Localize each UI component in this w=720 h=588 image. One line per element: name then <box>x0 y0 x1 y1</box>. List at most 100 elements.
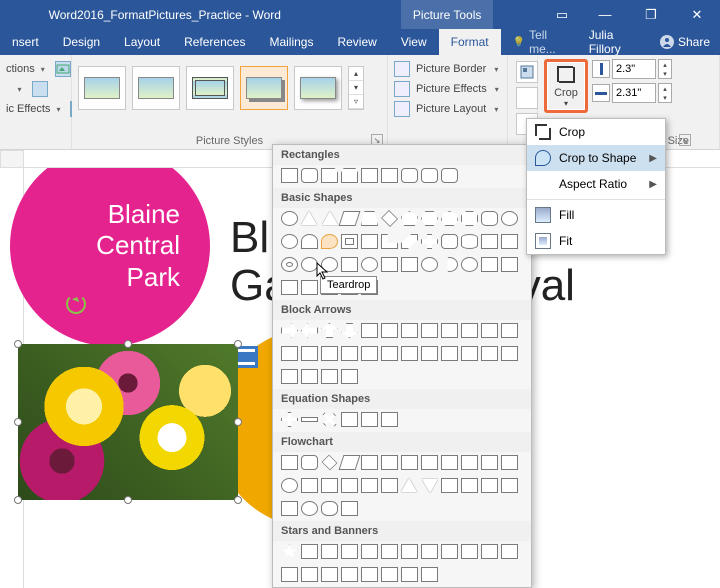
shape-arrow[interactable] <box>421 346 438 361</box>
shape-flow[interactable] <box>322 455 338 471</box>
compress-icon[interactable] <box>55 61 71 77</box>
shape-pentagon[interactable] <box>401 211 418 226</box>
shape-snip-round[interactable] <box>381 168 398 183</box>
tab-layout[interactable]: Layout <box>112 29 172 55</box>
tab-format[interactable]: Format <box>439 29 501 55</box>
shape-arrow-up[interactable] <box>321 323 338 338</box>
resize-handle[interactable] <box>14 418 22 426</box>
color-button[interactable]: x▾ <box>6 79 65 99</box>
shape-octagon[interactable] <box>461 211 478 226</box>
menu-aspect-ratio[interactable]: Aspect Ratio▶ <box>527 171 665 197</box>
shape-wave[interactable] <box>381 567 398 582</box>
shape-wave[interactable] <box>401 567 418 582</box>
shape-cube[interactable] <box>481 234 498 249</box>
menu-crop[interactable]: Crop <box>527 119 665 145</box>
shape-arrow[interactable] <box>461 346 478 361</box>
close-button[interactable]: ✕ <box>674 0 720 29</box>
selected-picture[interactable] <box>18 344 238 500</box>
shape-rectangle[interactable] <box>281 168 298 183</box>
bring-forward-button[interactable] <box>516 87 538 109</box>
shape-moon[interactable] <box>441 257 458 272</box>
shape-ribbon[interactable] <box>281 567 298 582</box>
shape-ribbon[interactable] <box>321 567 338 582</box>
shape-flow[interactable] <box>461 455 478 470</box>
style-thumb[interactable] <box>78 66 126 110</box>
width-field[interactable] <box>612 83 656 103</box>
shape-no-symbol[interactable] <box>301 257 318 272</box>
shape-half-frame[interactable] <box>361 234 378 249</box>
shape-arrow[interactable] <box>301 346 318 361</box>
shape-parallelogram[interactable] <box>339 211 361 226</box>
shape-equal[interactable] <box>361 412 378 427</box>
shape-ribbon[interactable] <box>301 567 318 582</box>
picture-effects-button[interactable]: Picture Effects▾ <box>394 79 501 99</box>
shape-plaque[interactable] <box>441 234 458 249</box>
resize-handle[interactable] <box>124 496 132 504</box>
spinner[interactable]: ▴▾ <box>658 59 672 79</box>
menu-crop-to-shape[interactable]: Crop to Shape▶ <box>527 145 665 171</box>
shape-star[interactable] <box>401 544 418 559</box>
shape-arrow[interactable] <box>321 369 338 384</box>
menu-fit[interactable]: Fit <box>527 228 665 254</box>
shape-flow[interactable] <box>361 455 378 470</box>
shape-round-single[interactable] <box>401 168 418 183</box>
shape-arrow[interactable] <box>341 369 358 384</box>
shape-oval[interactable] <box>281 211 298 226</box>
resize-handle[interactable] <box>234 418 242 426</box>
shape-arrow-right[interactable] <box>281 323 298 338</box>
shape-round-same[interactable] <box>421 168 438 183</box>
styles-gallery[interactable]: ▴▾▿ <box>78 59 381 117</box>
shape-not-equal[interactable] <box>381 412 398 427</box>
minimize-button[interactable]: ― <box>582 0 628 29</box>
spinner[interactable]: ▴▾ <box>658 83 672 103</box>
shape-star[interactable] <box>341 544 358 559</box>
shape-flow[interactable] <box>501 455 518 470</box>
shape-arrow-down[interactable] <box>341 323 358 338</box>
shape-ribbon[interactable] <box>341 567 358 582</box>
shape-arrow[interactable] <box>481 346 498 361</box>
shape-arrow[interactable] <box>441 346 458 361</box>
shape-folded-corner[interactable] <box>341 257 358 272</box>
corrections-button[interactable]: ctions▾ <box>6 59 65 79</box>
shape-smiley[interactable] <box>361 257 378 272</box>
share-button[interactable]: Share <box>660 35 710 49</box>
shape-flow[interactable] <box>441 478 458 493</box>
artistic-effects-button[interactable]: ic Effects▾ <box>6 99 65 119</box>
style-thumb[interactable] <box>294 66 342 110</box>
shape-multiply[interactable] <box>318 408 341 431</box>
resize-handle[interactable] <box>14 496 22 504</box>
shape-cloud[interactable] <box>461 257 478 272</box>
shape-arrow[interactable] <box>301 369 318 384</box>
shape-dodecagon[interactable] <box>501 211 518 226</box>
shape-arrow[interactable] <box>281 346 298 361</box>
shape-bevel[interactable] <box>501 234 518 249</box>
shape-right-triangle[interactable] <box>321 211 338 226</box>
shape-cross[interactable] <box>421 234 438 249</box>
shape-arrow[interactable] <box>401 346 418 361</box>
height-field[interactable] <box>612 59 656 79</box>
shape-arrow-quad[interactable] <box>401 323 418 338</box>
shape-pie[interactable] <box>281 234 298 249</box>
shape-frame[interactable] <box>341 234 358 249</box>
shape-arrow[interactable] <box>501 346 518 361</box>
shape-wave[interactable] <box>421 567 438 582</box>
shape-flow[interactable] <box>501 478 518 493</box>
shape-round-diag[interactable] <box>441 168 458 183</box>
shape-flow[interactable] <box>281 478 298 493</box>
width-input[interactable]: ▴▾ <box>592 83 672 103</box>
shape-heart[interactable] <box>381 257 398 272</box>
style-thumb[interactable] <box>132 66 180 110</box>
shape-l-shape[interactable] <box>381 234 398 249</box>
shape-plus[interactable] <box>281 412 298 427</box>
tell-me-search[interactable]: Tell me... <box>501 29 589 55</box>
shape-brace-pair[interactable] <box>281 280 298 295</box>
shape-arrow-updown[interactable] <box>381 323 398 338</box>
tab-mailings[interactable]: Mailings <box>257 29 325 55</box>
dialog-launcher[interactable]: ↘ <box>679 134 691 146</box>
resize-handle[interactable] <box>124 340 132 348</box>
shape-flow[interactable] <box>421 478 438 493</box>
shape-rounded-rectangle[interactable] <box>301 168 318 183</box>
shape-flow[interactable] <box>281 501 298 516</box>
shape-arrow[interactable] <box>361 346 378 361</box>
shape-minus[interactable] <box>301 417 318 422</box>
